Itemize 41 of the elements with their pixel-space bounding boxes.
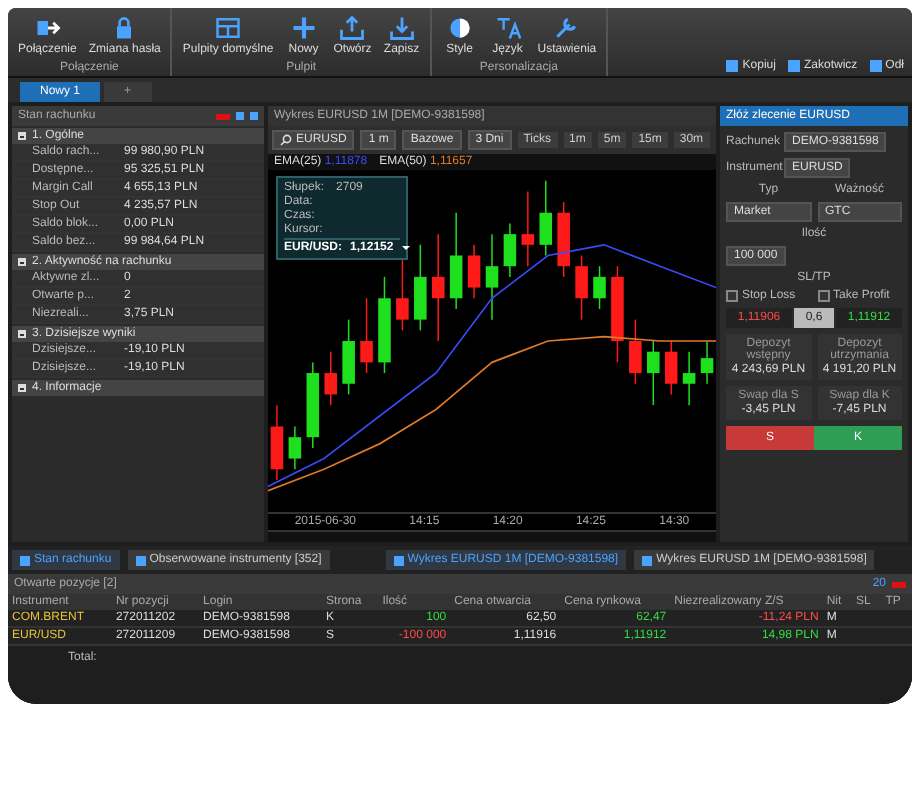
candle	[539, 179, 553, 257]
toggle-icon[interactable]	[18, 258, 26, 266]
toggle-icon[interactable]	[18, 330, 26, 338]
toggle-icon[interactable]	[18, 132, 26, 140]
candle	[306, 361, 320, 449]
ribbon-button-icon	[289, 14, 318, 42]
candle	[431, 233, 445, 342]
candle	[288, 425, 302, 471]
candle	[485, 233, 499, 321]
ribbon-button-icon	[552, 14, 581, 42]
candle	[611, 265, 624, 364]
candle	[360, 297, 373, 374]
ribbon-button-icon	[445, 14, 474, 42]
candle	[593, 265, 606, 310]
candle	[700, 340, 714, 385]
candle	[324, 350, 337, 406]
candle	[396, 254, 409, 332]
ribbon-button-icon	[493, 14, 522, 42]
candle	[682, 350, 696, 406]
status-icon	[216, 113, 230, 119]
scrollbar[interactable]	[268, 530, 716, 542]
toggle-icon[interactable]	[18, 384, 26, 392]
candle	[521, 190, 535, 267]
candle	[449, 211, 463, 310]
candle	[342, 318, 355, 396]
ribbon-button-icon	[387, 14, 416, 42]
ribbon-button-icon	[338, 14, 367, 42]
candle	[629, 318, 642, 385]
candle	[647, 340, 660, 406]
candle	[270, 404, 284, 481]
ribbon-button-icon	[214, 14, 243, 42]
status-icon	[892, 581, 906, 587]
candle	[467, 244, 481, 300]
candle	[664, 340, 678, 396]
candle	[557, 201, 570, 278]
search-icon	[280, 134, 292, 146]
candle	[378, 276, 391, 374]
candle	[575, 254, 588, 321]
caret-icon[interactable]	[401, 246, 410, 250]
candle	[503, 222, 517, 278]
candle	[414, 244, 427, 332]
